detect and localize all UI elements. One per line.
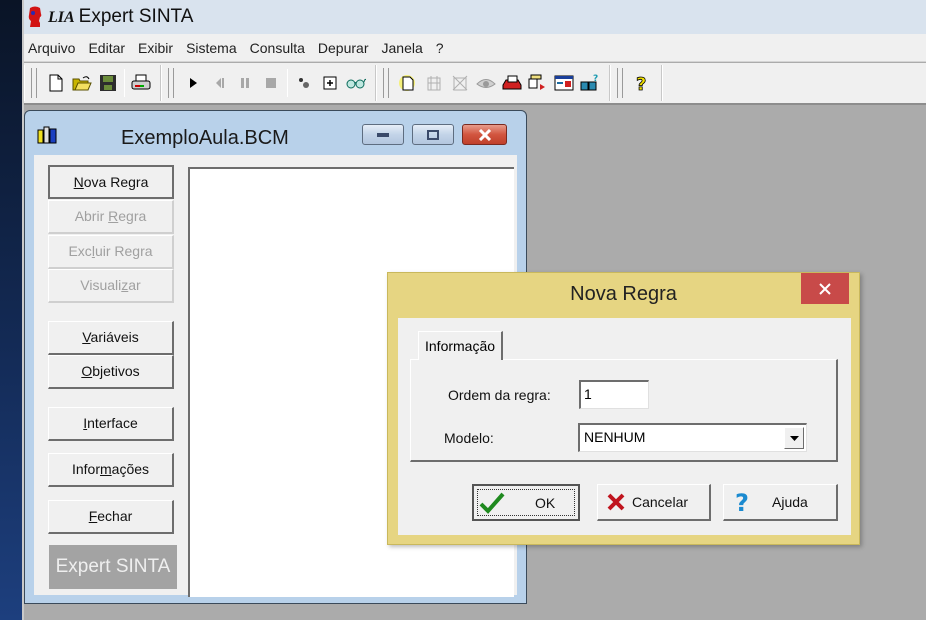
order-input[interactable]: 1 (579, 380, 649, 409)
tab-informacao[interactable]: Informação (418, 331, 504, 360)
app-window: LIA Expert SINTA Arquivo Editar Exibir Si… (22, 0, 926, 620)
close-icon (478, 128, 491, 141)
accel-o: O (81, 363, 93, 379)
glasses-icon[interactable] (345, 71, 367, 95)
x-red-icon (607, 493, 625, 511)
svg-text:?: ? (593, 74, 598, 84)
dialog-body: Informação Ordem da regra: 1 Modelo: NEN… (398, 318, 851, 535)
accel-v: V (82, 329, 91, 345)
excluir-regra-button[interactable]: Excluir Regra (48, 235, 174, 269)
menu-janela[interactable]: Janela (382, 40, 423, 56)
cancel-label: Cancelar (632, 494, 689, 510)
plus-box-icon[interactable] (319, 71, 341, 95)
model-select[interactable]: NENHUM (578, 423, 807, 452)
new-rule-icon[interactable] (397, 71, 419, 95)
tool-a-icon[interactable] (423, 71, 445, 95)
stop-icon[interactable] (260, 71, 282, 95)
child-window-title: ExemploAula.BCM (121, 127, 289, 149)
toolbar-grip[interactable] (383, 68, 389, 98)
tool-b-icon[interactable] (449, 71, 471, 95)
nova-regra-dialog: Nova Regra Informação Ordem da regra: 1 … (387, 272, 860, 545)
fechar-button[interactable]: Fechar (48, 500, 174, 534)
app-title: LIA Expert SINTA (48, 6, 193, 28)
app-title-text: Expert SINTA (78, 6, 194, 27)
toolbar-separator (124, 69, 125, 97)
menu-editar[interactable]: Editar (88, 40, 125, 56)
menu-consulta[interactable]: Consulta (250, 40, 305, 56)
dialog-title: Nova Regra (570, 283, 677, 305)
child-titlebar[interactable]: ExemploAula.BCM (25, 111, 526, 151)
eye-icon[interactable] (475, 71, 497, 95)
lia-head-logo-icon (28, 6, 42, 27)
accel-f: F (88, 508, 98, 524)
accel-i: I (83, 415, 88, 431)
toolbar-grip[interactable] (617, 68, 623, 98)
toolbar-group-run (161, 65, 376, 101)
accel-l: l (91, 243, 95, 259)
toolbar-grip[interactable] (168, 68, 174, 98)
informacoes-button[interactable]: Informações (48, 453, 174, 487)
menu-arquivo[interactable]: Arquivo (28, 40, 75, 56)
close-icon (819, 282, 831, 295)
close-button[interactable] (462, 124, 507, 145)
expert-sinta-brand: Expert SINTA (49, 545, 177, 589)
new-file-icon[interactable] (45, 71, 67, 95)
help-label: Ajuda (772, 494, 808, 510)
model-select-value: NENHUM (584, 429, 646, 445)
menu-sistema[interactable]: Sistema (186, 40, 237, 56)
objetivos-button[interactable]: Objetivos (48, 355, 174, 389)
book-help-icon[interactable]: ? (579, 71, 601, 95)
visualizar-button[interactable]: Visualizar (48, 269, 174, 303)
step-back-icon[interactable] (208, 71, 230, 95)
order-label: Ordem da regra: (448, 387, 551, 403)
help-question-icon[interactable]: ? (631, 71, 653, 95)
toolbar-group-file (24, 65, 161, 101)
minimize-icon (377, 132, 389, 137)
variaveis-button[interactable]: Variáveis (48, 321, 174, 355)
accel-r: R (108, 208, 119, 224)
interface-button[interactable]: Interface (48, 407, 174, 441)
printer-red-icon[interactable] (501, 71, 523, 95)
menu-bar: Arquivo Editar Exibir Sistema Consulta D… (24, 34, 926, 62)
dialog-close-button[interactable] (801, 273, 849, 304)
svg-text:?: ? (636, 74, 646, 93)
save-disk-icon[interactable] (97, 71, 119, 95)
toolbar-group-help: ? (610, 65, 662, 101)
app-titlebar: LIA Expert SINTA (24, 0, 926, 34)
menu-depurar[interactable]: Depurar (318, 40, 369, 56)
svg-text:?: ? (735, 490, 749, 514)
form-arrow-icon[interactable] (527, 71, 549, 95)
desktop-background (0, 0, 22, 620)
nova-regra-button[interactable]: Nova Regra (48, 165, 174, 199)
minimize-button[interactable] (362, 124, 404, 145)
books-icon (37, 126, 57, 144)
window-chart-icon[interactable] (553, 71, 575, 95)
focus-rect (477, 489, 575, 516)
toolbar-group-tools: ? (376, 65, 610, 101)
toolbar-grip[interactable] (31, 68, 37, 98)
app-title-prefix: LIA (48, 9, 75, 26)
ok-button[interactable]: OK (472, 484, 580, 521)
abrir-regra-button[interactable]: Abrir Regra (48, 200, 174, 234)
pause-icon[interactable] (234, 71, 256, 95)
toolbar-separator (287, 69, 288, 97)
dots-icon[interactable] (293, 71, 315, 95)
maximize-button[interactable] (412, 124, 454, 145)
toolbar-empty-area (662, 65, 926, 101)
accel-n: N (73, 174, 84, 190)
print-icon[interactable] (130, 71, 152, 95)
menu-exibir[interactable]: Exibir (138, 40, 173, 56)
question-icon: ? (735, 490, 749, 514)
maximize-icon (427, 129, 439, 140)
menu-help[interactable]: ? (436, 40, 444, 56)
model-label: Modelo: (444, 430, 494, 446)
play-icon[interactable] (182, 71, 204, 95)
open-folder-icon[interactable] (71, 71, 93, 95)
help-button[interactable]: ? Ajuda (723, 484, 838, 521)
accel-m: m (99, 461, 112, 477)
accel-z: z (121, 277, 129, 293)
chevron-down-icon[interactable] (784, 427, 804, 449)
cancel-button[interactable]: Cancelar (597, 484, 711, 521)
toolbar: ? ? (24, 63, 926, 105)
